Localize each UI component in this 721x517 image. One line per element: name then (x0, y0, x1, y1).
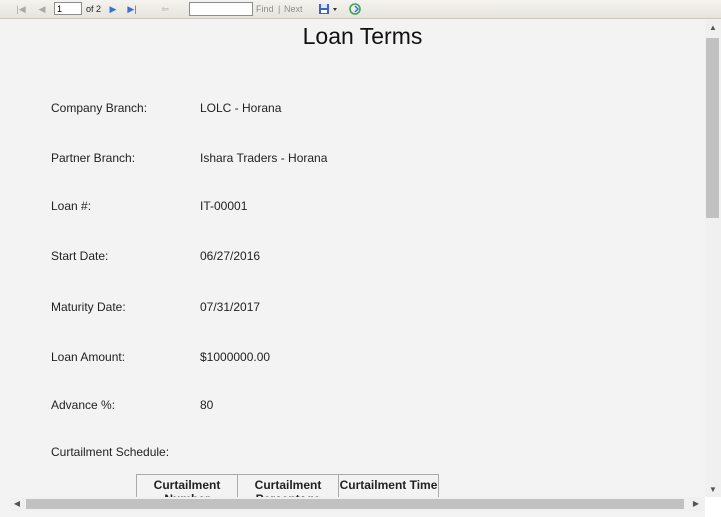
scroll-down-icon[interactable]: ▼ (705, 482, 721, 497)
find-link[interactable]: Find (256, 4, 274, 14)
start-date-value: 06/27/2016 (200, 249, 261, 263)
scrollbar-corner (705, 497, 721, 517)
report-viewport[interactable]: Loan Terms Company Branch: LOLC - Horana… (10, 20, 705, 497)
table-header-cell: Curtailment Time (338, 475, 439, 497)
bottom-strip (0, 511, 705, 517)
table-header-cell: Curtailment Percentage (237, 475, 338, 497)
loan-amount-label: Loan Amount: (51, 350, 126, 364)
find-separator: | (278, 4, 281, 14)
company-branch-value: LOLC - Horana (200, 101, 282, 115)
company-branch-label: Company Branch: (51, 101, 148, 115)
scroll-up-icon[interactable]: ▲ (705, 20, 721, 35)
last-page-icon[interactable]: ▶| (126, 2, 138, 16)
start-date-label: Start Date: (51, 249, 109, 263)
horizontal-scrollbar[interactable]: ◀ ▶ (10, 497, 705, 511)
partner-branch-value: Ishara Traders - Horana (200, 151, 328, 165)
maturity-date-label: Maturity Date: (51, 300, 126, 314)
next-link[interactable]: Next (284, 4, 303, 14)
back-to-parent-icon[interactable]: ⇦ (159, 2, 171, 16)
scroll-left-icon[interactable]: ◀ (10, 497, 24, 511)
page-count-label: of 2 (86, 4, 102, 14)
table-header-cell: Curtailment Number (136, 475, 237, 497)
next-page-icon[interactable]: ▶ (108, 2, 118, 16)
loan-amount-value: $1000000.00 (200, 350, 271, 364)
scroll-right-icon[interactable]: ▶ (689, 497, 703, 511)
vertical-scrollbar[interactable]: ▲ ▼ (705, 20, 721, 497)
partner-branch-label: Partner Branch: (51, 151, 136, 165)
advance-percent-value: 80 (200, 398, 214, 412)
export-save-icon[interactable] (317, 2, 339, 16)
page-number-input[interactable] (54, 2, 82, 15)
loan-number-label: Loan #: (51, 199, 92, 213)
curtailment-table: Curtailment Number Curtailment Percentag… (136, 474, 439, 497)
maturity-date-value: 07/31/2017 (200, 300, 261, 314)
curtailment-schedule-label: Curtailment Schedule: (51, 445, 170, 459)
report-title: Loan Terms (302, 23, 423, 49)
advance-percent-label: Advance %: (51, 398, 116, 412)
horizontal-scroll-thumb[interactable] (26, 499, 684, 509)
vertical-scroll-thumb[interactable] (706, 38, 719, 218)
loan-number-value: IT-00001 (200, 199, 248, 213)
previous-page-icon[interactable]: ◀ (37, 2, 47, 16)
report-toolbar: |◀ ◀ of 2 ▶ ▶| ⇦ Find | Next (0, 0, 721, 19)
find-text-input[interactable] (189, 2, 253, 16)
refresh-icon[interactable] (348, 2, 362, 16)
first-page-icon[interactable]: |◀ (15, 2, 27, 16)
